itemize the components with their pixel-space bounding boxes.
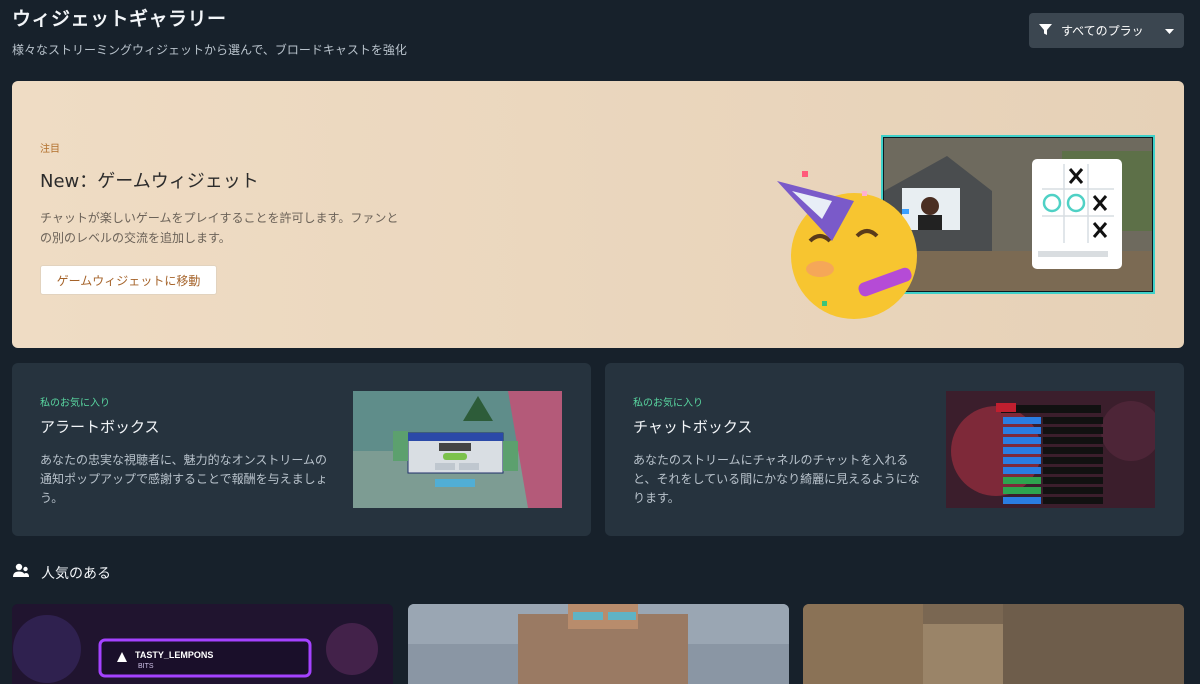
alert-box-title: アラートボックス bbox=[40, 418, 160, 436]
chat-box-title: チャットボックス bbox=[633, 418, 753, 436]
widget-gallery-page: ウィジェットギャラリー 様々なストリーミングウィジェットから選んで、ブロードキャ… bbox=[0, 0, 1200, 684]
popular-widget-sub: BITS bbox=[138, 663, 154, 670]
chevron-down-icon bbox=[1165, 24, 1174, 38]
platform-filter-dropdown[interactable]: すべてのプラッ bbox=[1029, 13, 1184, 48]
featured-description: チャットが楽しいゲームをプレイすることを許可します。ファンとの別のレベルの交流を… bbox=[40, 211, 399, 245]
popular-widget-preview bbox=[408, 604, 789, 684]
game-widget-illustration bbox=[777, 135, 1155, 319]
popular-widget-preview: TASTY_LEMPONS BITS bbox=[12, 604, 393, 684]
popular-widget-card[interactable] bbox=[803, 604, 1184, 684]
popular-widget-preview bbox=[803, 604, 1184, 684]
featured-banner: 注目 New：ゲームウィジェット チャットが楽しいゲームをプレイすることを許可し… bbox=[12, 81, 1184, 348]
chat-box-description: あなたのストリームにチャネルのチャットを入れると、それをしている間にかなり綺麗に… bbox=[633, 453, 920, 505]
go-to-game-widgets-button[interactable]: ゲームウィジェットに移動 bbox=[40, 265, 217, 295]
page-title: ウィジェットギャラリー bbox=[12, 8, 227, 30]
popular-heading-label: 人気のある bbox=[41, 566, 111, 582]
alert-box-description: あなたの忠実な視聴者に、魅力的なオンストリームの通知ポップアップで感謝することで… bbox=[40, 453, 328, 505]
popular-widget-card[interactable]: TASTY_LEMPONS BITS bbox=[12, 604, 393, 684]
filter-icon bbox=[1039, 23, 1052, 39]
page-subtitle: 様々なストリーミングウィジェットから選んで、ブロードキャストを強化 bbox=[12, 43, 407, 57]
alert-box-preview-image bbox=[353, 391, 562, 508]
featured-eyebrow: 注目 bbox=[40, 144, 60, 155]
chat-box-preview-image bbox=[946, 391, 1155, 508]
alert-box-card[interactable]: 私のお気に入り アラートボックス あなたの忠実な視聴者に、魅力的なオンストリーム… bbox=[12, 363, 591, 536]
popular-widget-card[interactable] bbox=[408, 604, 789, 684]
popular-widget-name: TASTY_LEMPONS bbox=[135, 650, 213, 660]
chat-box-card[interactable]: 私のお気に入り チャットボックス あなたのストリームにチャネルのチャットを入れる… bbox=[605, 363, 1184, 536]
favorite-tag: 私のお気に入り bbox=[633, 398, 703, 409]
users-icon bbox=[12, 563, 30, 583]
favorite-tag: 私のお気に入り bbox=[40, 398, 110, 409]
popular-section-heading: 人気のある bbox=[12, 563, 111, 583]
platform-filter-label: すべてのプラッ bbox=[1061, 24, 1144, 38]
featured-title: New：ゲームウィジェット bbox=[40, 171, 259, 192]
